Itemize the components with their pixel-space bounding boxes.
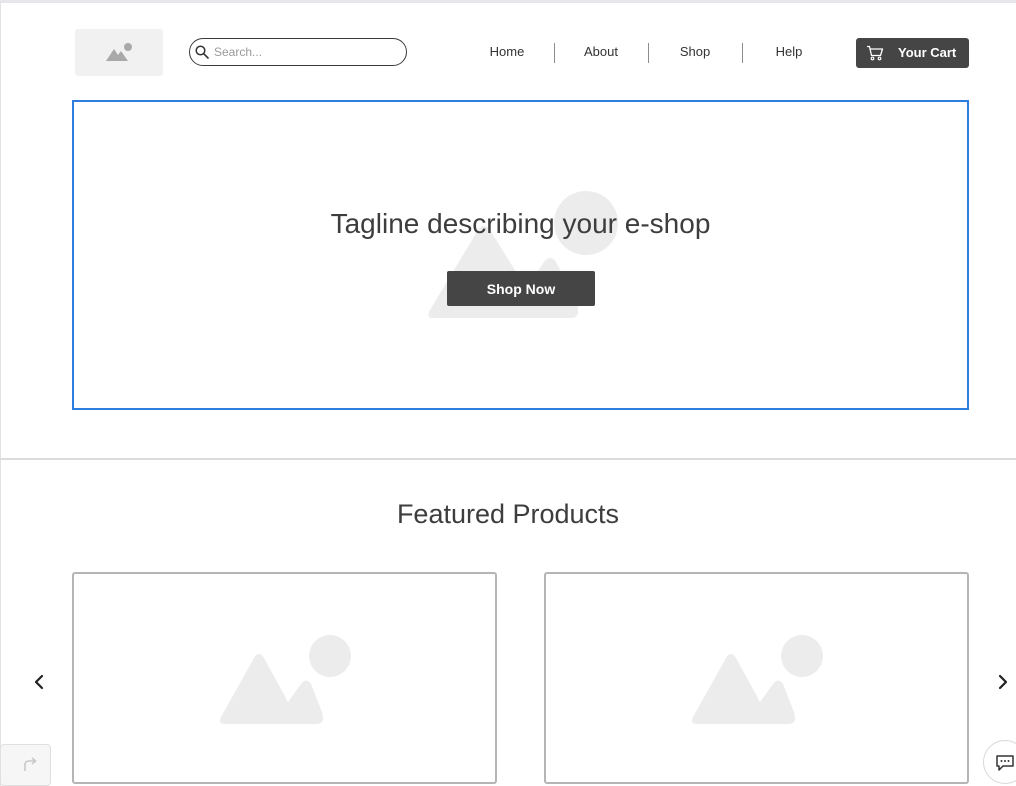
section-divider [0, 458, 1016, 460]
redo-button[interactable] [0, 744, 51, 786]
redo-icon [24, 757, 37, 771]
nav-shop-link[interactable]: Shop [655, 44, 735, 59]
search-icon [195, 45, 209, 59]
image-placeholder-icon [692, 635, 823, 724]
nav-separator [554, 43, 555, 63]
nav-help-link[interactable]: Help [749, 44, 829, 59]
nav-about-link[interactable]: About [561, 44, 641, 59]
search-input[interactable] [214, 43, 394, 61]
hero-tagline: Tagline describing your e-shop [330, 208, 711, 239]
image-placeholder-icon [106, 43, 132, 61]
chevron-left-icon[interactable] [29, 672, 49, 692]
chat-icon [996, 755, 1014, 771]
nav-separator [648, 43, 649, 63]
chevron-right-icon[interactable] [993, 672, 1013, 692]
image-placeholder-icon [220, 635, 351, 724]
nav-home-link[interactable]: Home [467, 44, 547, 59]
cart-button[interactable]: Your Cart [856, 38, 969, 68]
featured-products-title: Featured Products [396, 499, 620, 529]
top-border [0, 0, 1016, 3]
logo[interactable] [75, 29, 163, 76]
cart-icon [867, 45, 884, 61]
product-card[interactable] [72, 572, 497, 784]
nav-separator [742, 43, 743, 63]
cart-label: Your Cart [898, 45, 957, 60]
chat-button[interactable] [983, 740, 1016, 784]
main-nav: Home About Shop Help [468, 43, 828, 63]
shop-now-button[interactable]: Shop Now [447, 271, 595, 306]
product-card[interactable] [544, 572, 969, 784]
hero-banner: Tagline describing your e-shop Shop Now [72, 100, 969, 410]
left-border [0, 3, 1, 786]
search-box[interactable] [189, 38, 407, 66]
